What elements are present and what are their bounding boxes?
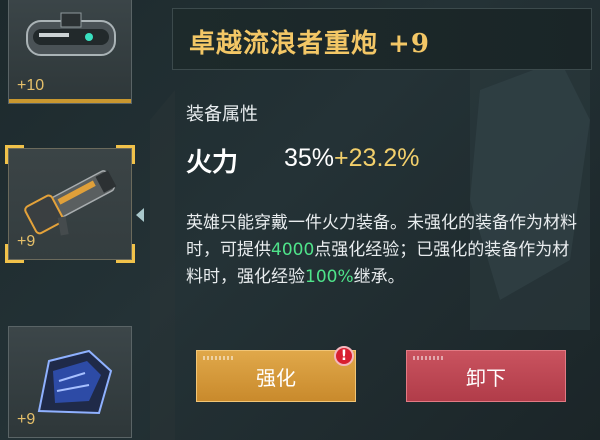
equipment-detail-panel: 卓越流浪者重炮 +9 装备属性 火力 35%+23.2% 英雄只能穿戴一件火力装… xyxy=(172,0,592,440)
blue-armor-icon xyxy=(37,349,113,415)
equipment-description: 英雄只能穿戴一件火力装备。未强化的装备作为材料时，可提供4000点强化经验；已强… xyxy=(186,210,582,291)
button-decoration xyxy=(413,356,443,360)
equipment-title: 卓越流浪者重炮 +9 xyxy=(189,29,430,59)
attributes-label: 装备属性 xyxy=(186,104,258,125)
stat-bonus-value: +23.2% xyxy=(334,144,420,172)
stat-name: 火力 xyxy=(186,148,239,178)
alert-badge-icon: ! xyxy=(334,346,354,366)
button-decoration xyxy=(203,356,233,360)
title-bar: 卓越流浪者重炮 +9 xyxy=(172,8,592,70)
slot-level-label: +9 xyxy=(17,233,36,250)
equipment-slot-visor[interactable]: +10 xyxy=(8,0,132,104)
stat-base-value: 35% xyxy=(284,144,335,172)
slot-level-label: +9 xyxy=(17,411,36,428)
unequip-button-label: 卸下 xyxy=(466,365,506,390)
visor-device-icon xyxy=(26,12,116,56)
desc-inherit-value: 100% xyxy=(305,267,354,287)
stat-value: 35%+23.2% xyxy=(284,144,420,173)
unequip-button[interactable]: 卸下 xyxy=(406,350,566,402)
selection-corner xyxy=(116,244,135,263)
desc-text-3: 继承。 xyxy=(353,267,405,287)
equipment-slot-cannon[interactable]: +9 xyxy=(5,145,135,263)
rarity-bar xyxy=(9,99,131,103)
equipment-slot-armor[interactable]: +9 xyxy=(8,326,132,438)
enhance-button[interactable]: 强化 xyxy=(196,350,356,402)
enhance-button-label: 强化 xyxy=(256,365,296,390)
desc-exp-value: 4000 xyxy=(271,240,315,260)
slot-level-label: +10 xyxy=(17,77,45,94)
equipment-list: +10 +9 +9 xyxy=(0,0,140,440)
selection-pointer-icon xyxy=(136,208,144,222)
heavy-cannon-icon xyxy=(24,170,117,236)
